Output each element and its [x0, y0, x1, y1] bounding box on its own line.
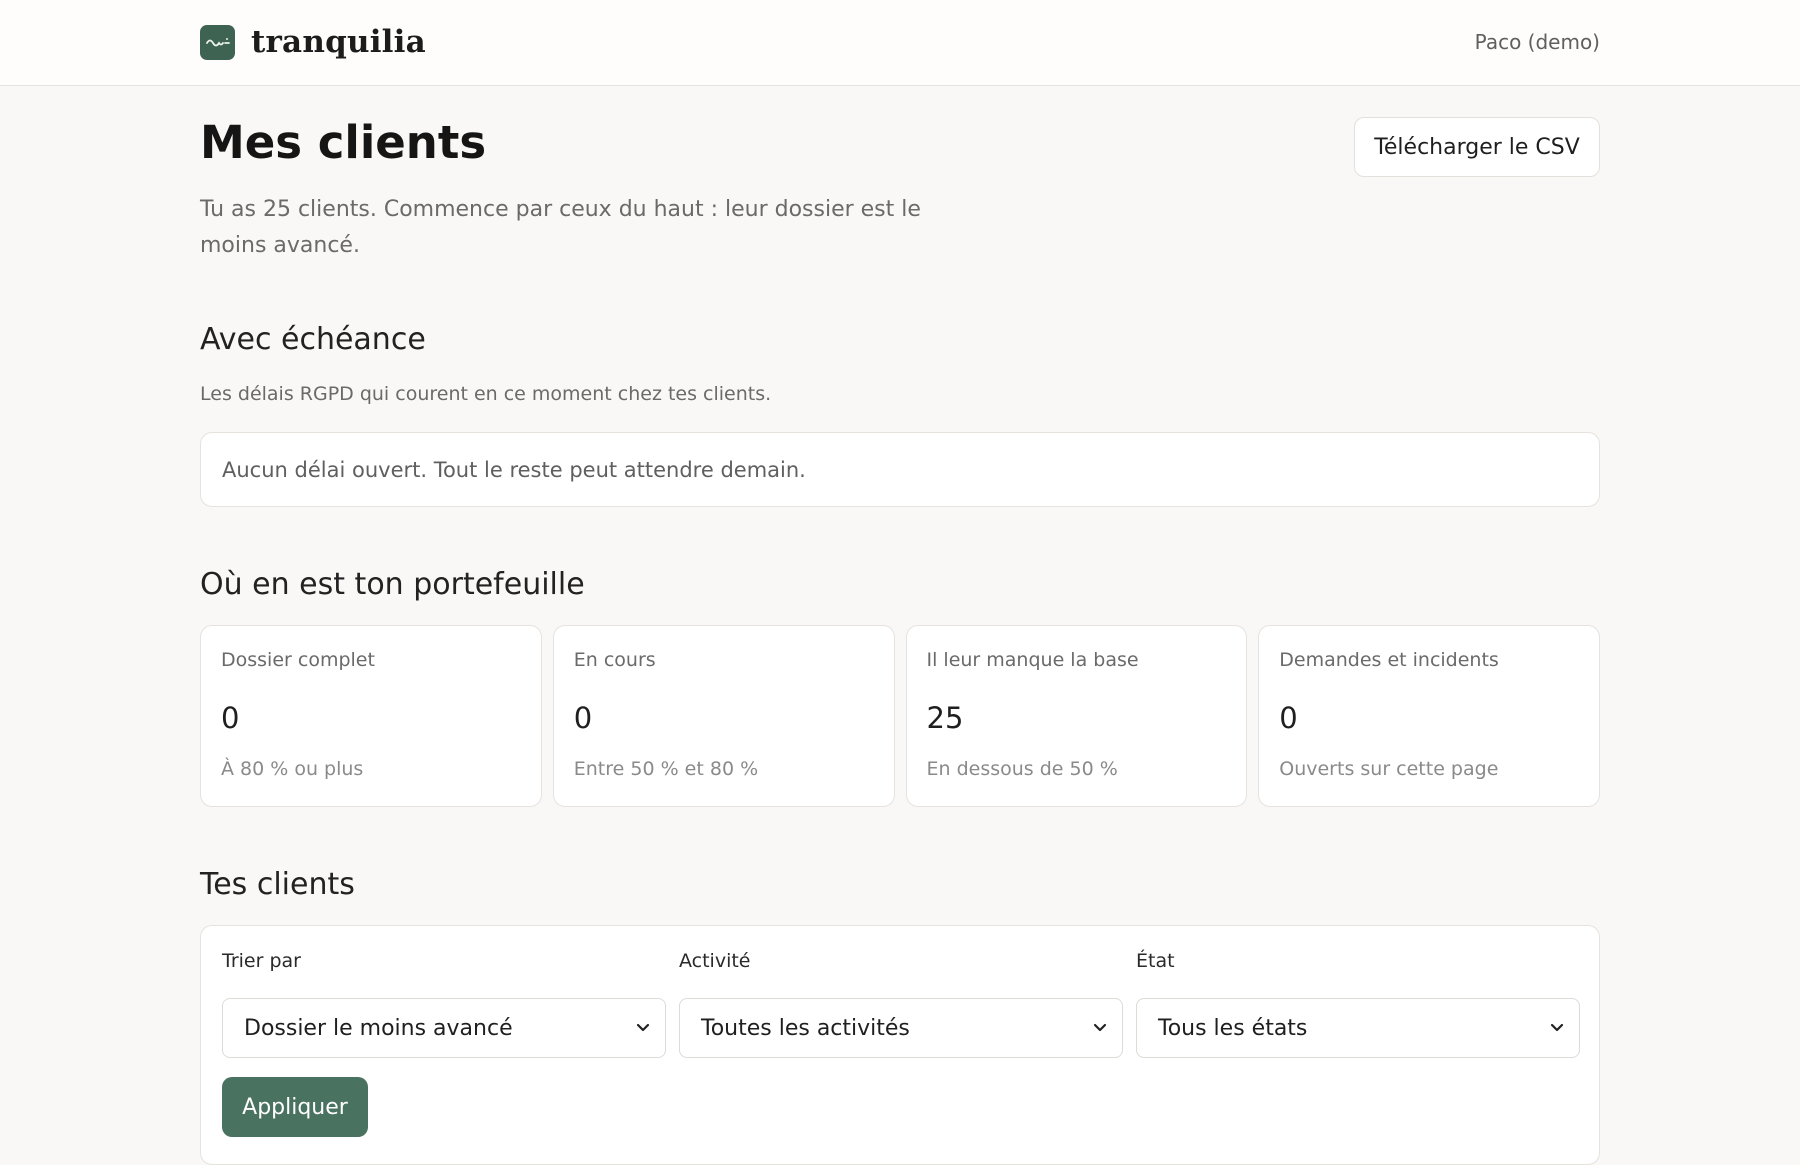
- stat-card-missing-basics: Il leur manque la base 25 En dessous de …: [905, 625, 1248, 807]
- top-bar: tranquilia Paco (demo): [0, 0, 1800, 86]
- page-intro: Tu as 25 clients. Commence par ceux du h…: [200, 197, 921, 258]
- stat-card-value: 25: [926, 701, 964, 735]
- stat-card-value: 0: [221, 701, 240, 735]
- stat-card-hint: Ouverts sur cette page: [1279, 758, 1499, 780]
- apply-button[interactable]: Appliquer: [222, 1077, 368, 1137]
- brand-name: tranquilia: [251, 24, 426, 60]
- activity-select[interactable]: Toutes les activités: [679, 998, 1123, 1058]
- filters-panel: Trier par Dossier le moins avancé Activi…: [200, 925, 1600, 1165]
- deadlines-empty-message: Aucun délai ouvert. Tout le reste peut a…: [222, 457, 806, 482]
- sort-select[interactable]: Dossier le moins avancé: [222, 998, 666, 1058]
- stat-card-complete: Dossier complet 0 À 80 % ou plus: [200, 625, 542, 807]
- state-select[interactable]: Tous les états: [1136, 998, 1580, 1058]
- chevron-down-icon: [636, 1023, 650, 1032]
- activity-label: Activité: [679, 950, 751, 972]
- stat-card-hint: Entre 50 % et 80 %: [573, 758, 759, 780]
- state-label: État: [1136, 950, 1175, 972]
- chevron-down-icon: [1093, 1023, 1107, 1032]
- stat-card-in-progress: En cours 0 Entre 50 % et 80 %: [552, 625, 895, 807]
- deadlines-subtitle: Les délais RGPD qui courent en ce moment…: [200, 383, 772, 405]
- stat-card-requests-incidents: Demandes et incidents 0 Ouverts sur cett…: [1258, 625, 1600, 807]
- stat-card-label: Dossier complet: [221, 649, 375, 671]
- portfolio-heading: Où en est ton portefeuille: [200, 567, 585, 602]
- stat-card-value: 0: [1279, 701, 1298, 735]
- chevron-down-icon: [1550, 1023, 1564, 1032]
- brand[interactable]: tranquilia: [200, 24, 426, 60]
- user-menu[interactable]: Paco (demo): [1475, 30, 1600, 54]
- clients-heading: Tes clients: [200, 867, 355, 902]
- deadlines-empty-notice: Aucun délai ouvert. Tout le reste peut a…: [200, 432, 1600, 507]
- stat-card-hint: À 80 % ou plus: [221, 758, 364, 780]
- stat-card-hint: En dessous de 50 %: [926, 758, 1118, 780]
- stat-card-label: En cours: [573, 649, 656, 671]
- sort-select-value: Dossier le moins avancé: [244, 1015, 513, 1041]
- brand-logo-icon: [200, 24, 235, 60]
- stat-card-label: Il leur manque la base: [926, 649, 1139, 671]
- state-select-value: Tous les états: [1158, 1015, 1308, 1041]
- deadlines-heading: Avec échéance: [200, 322, 426, 357]
- download-csv-button[interactable]: Télécharger le CSV: [1354, 117, 1600, 177]
- stat-card-value: 0: [573, 701, 593, 735]
- portfolio-cards: Dossier complet 0 À 80 % ou plus En cour…: [200, 625, 1600, 807]
- page-title: Mes clients: [200, 116, 487, 169]
- stat-card-label: Demandes et incidents: [1279, 649, 1499, 671]
- sort-label: Trier par: [222, 950, 301, 972]
- activity-select-value: Toutes les activités: [701, 1015, 910, 1041]
